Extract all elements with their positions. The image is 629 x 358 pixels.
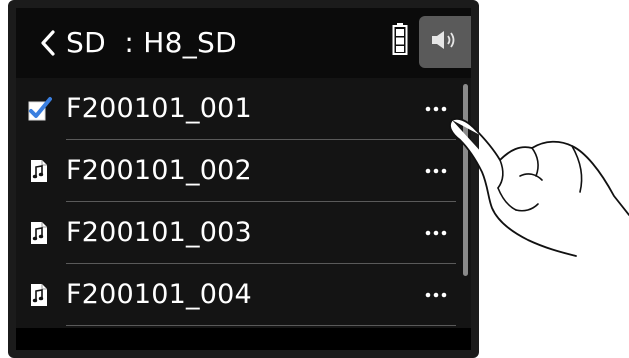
file-row[interactable]: F200101_001 [16,78,456,140]
battery-full-icon [392,22,408,56]
chevron-left-icon [38,28,60,58]
speaker-button[interactable] [419,16,471,68]
more-options-button[interactable] [421,159,451,183]
page-title: SD : H8_SD [66,26,237,59]
file-row[interactable]: F200101_002 [16,140,456,202]
file-row[interactable]: F200101_004 [16,264,456,326]
back-button[interactable] [38,21,60,65]
audio-file-icon [28,282,52,308]
more-options-button[interactable] [421,221,451,245]
file-name: F200101_004 [66,279,252,310]
row-divider [66,325,456,326]
file-name: F200101_002 [66,155,252,186]
audio-file-icon [28,220,52,246]
header-bar: SD : H8_SD [16,8,471,78]
file-name: F200101_001 [66,93,252,124]
speaker-icon [430,29,460,55]
more-options-button[interactable] [421,97,451,121]
checked-file-icon [28,96,52,122]
file-list: F200101_001 F200101_002 F200101_003 F200… [16,78,471,328]
screen: SD : H8_SD F200101_001 F200101_002 F2001… [16,8,471,350]
more-options-button[interactable] [421,283,451,307]
scrollbar[interactable] [463,84,468,276]
scrollbar-thumb[interactable] [463,84,468,276]
recorder-device: SD : H8_SD F200101_001 F200101_002 F2001… [8,0,479,358]
bottom-bar [16,328,471,350]
file-name: F200101_003 [66,217,252,248]
audio-file-icon [28,158,52,184]
file-row[interactable]: F200101_003 [16,202,456,264]
